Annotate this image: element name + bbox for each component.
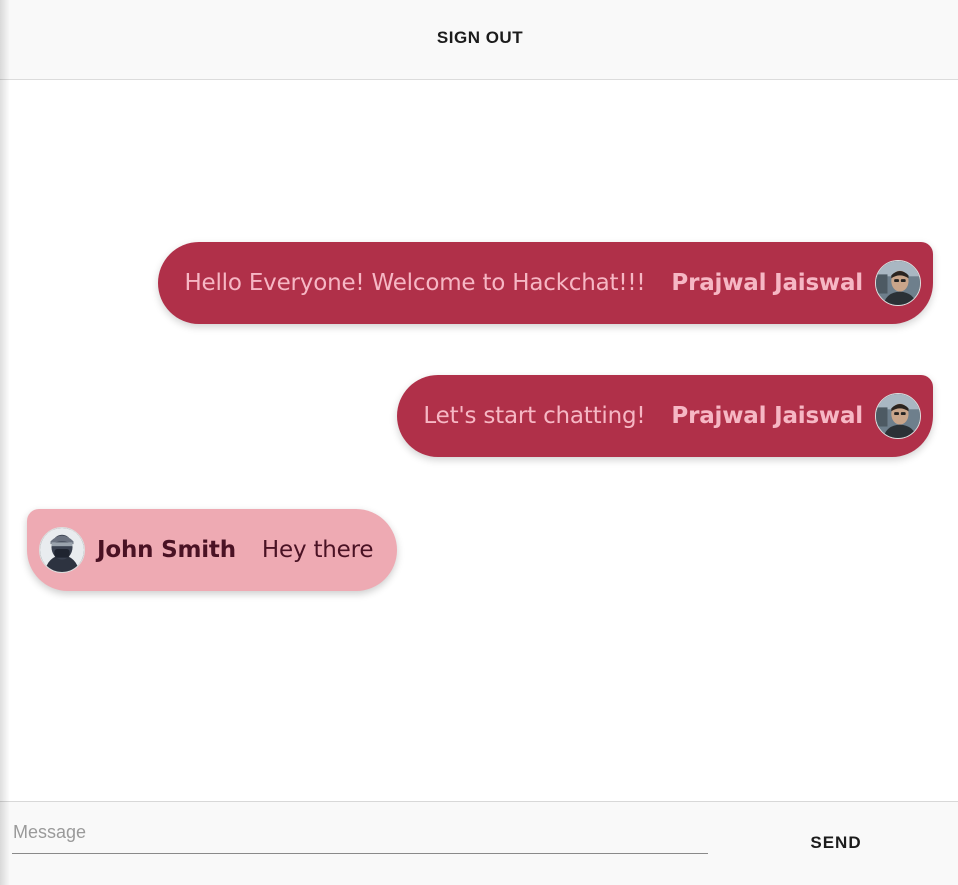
user-photo-icon <box>876 261 920 305</box>
message-author: Prajwal Jaiswal <box>671 270 863 296</box>
message-composer: SEND <box>0 801 958 885</box>
avatar <box>875 260 921 306</box>
avatar <box>39 527 85 573</box>
chat-app: SIGN OUT Hello Everyone! Welcome to Hack… <box>0 0 958 885</box>
user-photo-icon <box>876 394 920 438</box>
masked-character-icon <box>40 528 84 572</box>
message-text: Let's start chatting! <box>423 403 646 429</box>
top-bar: SIGN OUT <box>0 0 958 80</box>
message-text: Hey there <box>261 537 374 563</box>
message-bubble-sent: Let's start chatting! Prajwal Jaiswal <box>397 375 933 457</box>
message-bubble-received: John Smith Hey there <box>27 509 398 591</box>
message-input[interactable] <box>12 816 708 854</box>
message-list[interactable]: Hello Everyone! Welcome to Hackchat!!! P… <box>0 80 958 801</box>
send-button[interactable]: SEND <box>796 824 876 862</box>
message-author: Prajwal Jaiswal <box>671 403 863 429</box>
message-bubble-sent: Hello Everyone! Welcome to Hackchat!!! P… <box>158 242 933 324</box>
message-author: John Smith <box>97 537 236 563</box>
sign-out-button[interactable]: SIGN OUT <box>423 20 537 56</box>
message-text: Hello Everyone! Welcome to Hackchat!!! <box>184 270 646 296</box>
avatar <box>875 393 921 439</box>
